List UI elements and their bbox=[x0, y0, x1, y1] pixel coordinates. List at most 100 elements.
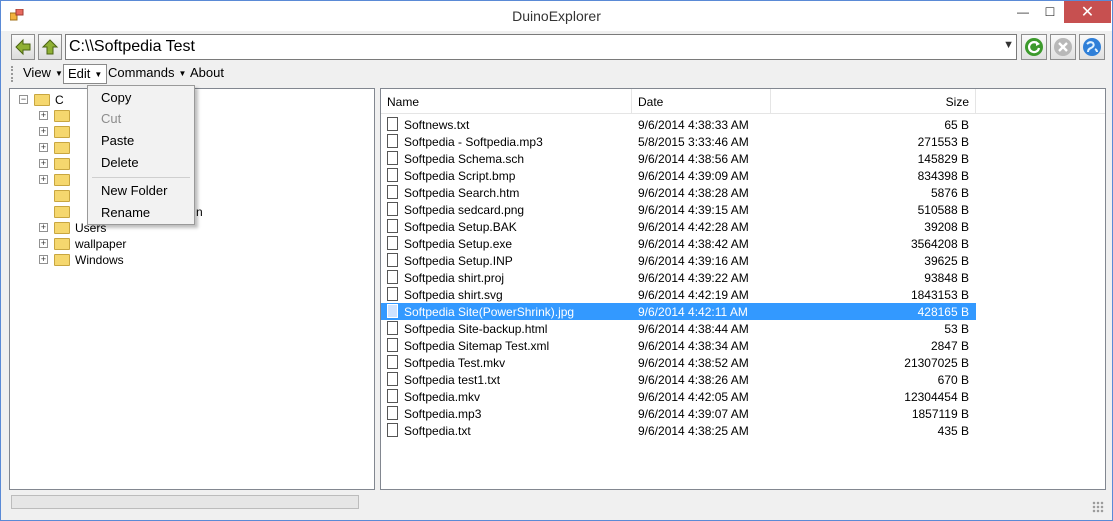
file-size: 435 B bbox=[937, 424, 969, 438]
expand-icon[interactable]: + bbox=[39, 127, 48, 136]
table-row[interactable]: Softpedia Search.htm 9/6/2014 4:38:28 AM 5… bbox=[381, 184, 976, 201]
file-list[interactable]: Name Date Size Softnews.txt 9/6/2014 4:38… bbox=[380, 88, 1106, 490]
file-name: Softpedia.mkv bbox=[404, 390, 481, 404]
file-icon bbox=[387, 219, 398, 233]
menu-item-paste[interactable]: Paste bbox=[88, 131, 194, 151]
expand-icon[interactable]: + bbox=[39, 159, 48, 168]
file-size: 93848 B bbox=[924, 271, 969, 285]
folder-icon bbox=[54, 110, 70, 122]
caret-down-icon: ▼ bbox=[54, 68, 63, 78]
file-size: 428165 B bbox=[917, 305, 969, 319]
table-row[interactable]: Softpedia Sitemap Test.xml 9/6/2014 4:38:… bbox=[381, 337, 976, 354]
web-button[interactable] bbox=[1079, 34, 1105, 60]
table-row[interactable]: Softpedia test1.txt 9/6/2014 4:38:26 AM 67… bbox=[381, 371, 976, 388]
stop-icon bbox=[1054, 38, 1072, 56]
column-header-date[interactable]: Date bbox=[632, 89, 771, 114]
menu-about[interactable]: About bbox=[186, 64, 228, 84]
list-header: Name Date Size bbox=[381, 89, 1105, 114]
table-row[interactable]: Softpedia Site-backup.html 9/6/2014 4:38:… bbox=[381, 320, 976, 337]
table-row[interactable]: Softpedia shirt.proj 9/6/2014 4:39:22 AM 9… bbox=[381, 269, 976, 286]
toolbar-grip[interactable] bbox=[11, 66, 14, 82]
tree-item-label: C bbox=[55, 93, 64, 107]
column-header-size[interactable]: Size bbox=[771, 89, 976, 114]
file-date: 9/6/2014 4:39:16 AM bbox=[638, 254, 749, 268]
file-icon bbox=[387, 423, 398, 437]
menu-edit[interactable]: Edit ▼ bbox=[63, 64, 108, 84]
menu-commands[interactable]: Commands ▼ bbox=[104, 64, 190, 84]
folder-icon bbox=[54, 174, 70, 186]
expand-icon[interactable]: + bbox=[39, 239, 48, 248]
file-name: Softpedia.txt bbox=[404, 424, 471, 438]
resize-grip[interactable] bbox=[1092, 501, 1104, 513]
file-name: Softpedia Search.htm bbox=[404, 186, 520, 200]
file-icon bbox=[387, 355, 398, 369]
table-row[interactable]: Softpedia Test.mkv 9/6/2014 4:38:52 AM 213… bbox=[381, 354, 976, 371]
table-row[interactable]: Softpedia.txt 9/6/2014 4:38:25 AM 435 B bbox=[381, 422, 976, 439]
stop-button[interactable] bbox=[1050, 34, 1076, 60]
table-row[interactable]: Softpedia Setup.exe 9/6/2014 4:38:42 AM 35… bbox=[381, 235, 976, 252]
chevron-down-icon[interactable]: ▼ bbox=[1003, 39, 1014, 51]
up-button[interactable] bbox=[38, 34, 62, 60]
menu-separator bbox=[92, 177, 190, 178]
table-row[interactable]: Softpedia Schema.sch 9/6/2014 4:38:56 AM 1… bbox=[381, 150, 976, 167]
file-size: 39625 B bbox=[924, 254, 969, 268]
table-row[interactable]: Softpedia Site(PowerShrink).jpg 9/6/2014 … bbox=[381, 303, 976, 320]
expand-icon[interactable]: + bbox=[39, 143, 48, 152]
table-row[interactable]: Softpedia.mp3 9/6/2014 4:39:07 AM 1857119 … bbox=[381, 405, 976, 422]
folder-icon bbox=[54, 254, 70, 266]
file-name: Softpedia shirt.svg bbox=[404, 288, 503, 302]
tree-item-windows[interactable]: + Windows bbox=[10, 252, 374, 268]
table-row[interactable]: Softpedia sedcard.png 9/6/2014 4:39:15 AM… bbox=[381, 201, 976, 218]
file-icon bbox=[387, 134, 398, 148]
tree-item-wallpaper[interactable]: + wallpaper bbox=[10, 236, 374, 252]
table-row[interactable]: Softpedia shirt.svg 9/6/2014 4:42:19 AM 18… bbox=[381, 286, 976, 303]
file-size: 39208 B bbox=[924, 220, 969, 234]
expand-icon[interactable]: + bbox=[39, 175, 48, 184]
back-button[interactable] bbox=[11, 34, 35, 60]
folder-icon bbox=[54, 238, 70, 250]
window-title: DuinoExplorer bbox=[512, 8, 601, 24]
file-name: Softpedia shirt.proj bbox=[404, 271, 505, 285]
table-row[interactable]: Softpedia Script.bmp 9/6/2014 4:39:09 AM 8… bbox=[381, 167, 976, 184]
file-name: Softpedia - Softpedia.mp3 bbox=[404, 135, 543, 149]
menu-item-copy[interactable]: Copy bbox=[88, 88, 194, 108]
refresh-button[interactable] bbox=[1021, 34, 1047, 60]
table-row[interactable]: Softnews.txt 9/6/2014 4:38:33 AM 65 B bbox=[381, 116, 976, 133]
file-icon bbox=[387, 304, 398, 318]
caret-down-icon: ▼ bbox=[94, 69, 103, 79]
file-date: 9/6/2014 4:38:42 AM bbox=[638, 237, 749, 251]
expand-icon[interactable]: + bbox=[39, 255, 48, 264]
file-name: Softpedia test1.txt bbox=[404, 373, 501, 387]
file-date: 9/6/2014 4:39:15 AM bbox=[638, 203, 749, 217]
up-arrow-icon bbox=[41, 39, 59, 55]
menu-item-delete[interactable]: Delete bbox=[88, 153, 194, 173]
file-name: Softpedia Setup.BAK bbox=[404, 220, 517, 234]
path-text: C:\\Softpedia Test bbox=[69, 38, 195, 55]
minimize-button[interactable]: — bbox=[1009, 1, 1037, 23]
table-row[interactable]: Softpedia.mkv 9/6/2014 4:42:05 AM 12304454… bbox=[381, 388, 976, 405]
path-combobox[interactable]: C:\\Softpedia Test ▼ bbox=[65, 34, 1017, 60]
menu-item-new-folder[interactable]: New Folder bbox=[88, 181, 194, 201]
file-icon bbox=[387, 406, 398, 420]
file-date: 9/6/2014 4:38:44 AM bbox=[638, 322, 749, 336]
close-button[interactable]: ✕ bbox=[1064, 1, 1111, 23]
table-row[interactable]: Softpedia Setup.INP 9/6/2014 4:39:16 AM 39… bbox=[381, 252, 976, 269]
menu-item-rename[interactable]: Rename bbox=[88, 203, 194, 223]
file-size: 510588 B bbox=[917, 203, 969, 217]
file-name: Softnews.txt bbox=[404, 118, 470, 132]
title-bar[interactable]: DuinoExplorer — ☐ ✕ bbox=[1, 1, 1112, 31]
file-icon bbox=[387, 185, 398, 199]
file-size: 145829 B bbox=[917, 152, 969, 166]
table-row[interactable]: Softpedia Setup.BAK 9/6/2014 4:42:28 AM 39… bbox=[381, 218, 976, 235]
expand-icon[interactable]: + bbox=[39, 223, 48, 232]
file-icon bbox=[387, 389, 398, 403]
file-date: 9/6/2014 4:39:22 AM bbox=[638, 271, 749, 285]
maximize-button[interactable]: ☐ bbox=[1037, 1, 1063, 23]
table-row[interactable]: Softpedia - Softpedia.mp3 5/8/2015 3:33:4… bbox=[381, 133, 976, 150]
expand-icon[interactable]: + bbox=[39, 111, 48, 120]
file-date: 9/6/2014 4:38:52 AM bbox=[638, 356, 749, 370]
menu-view[interactable]: View ▼ bbox=[19, 64, 67, 84]
column-header-name[interactable]: Name bbox=[381, 89, 632, 114]
collapse-icon[interactable]: − bbox=[19, 95, 28, 104]
file-size: 2847 B bbox=[930, 339, 969, 353]
